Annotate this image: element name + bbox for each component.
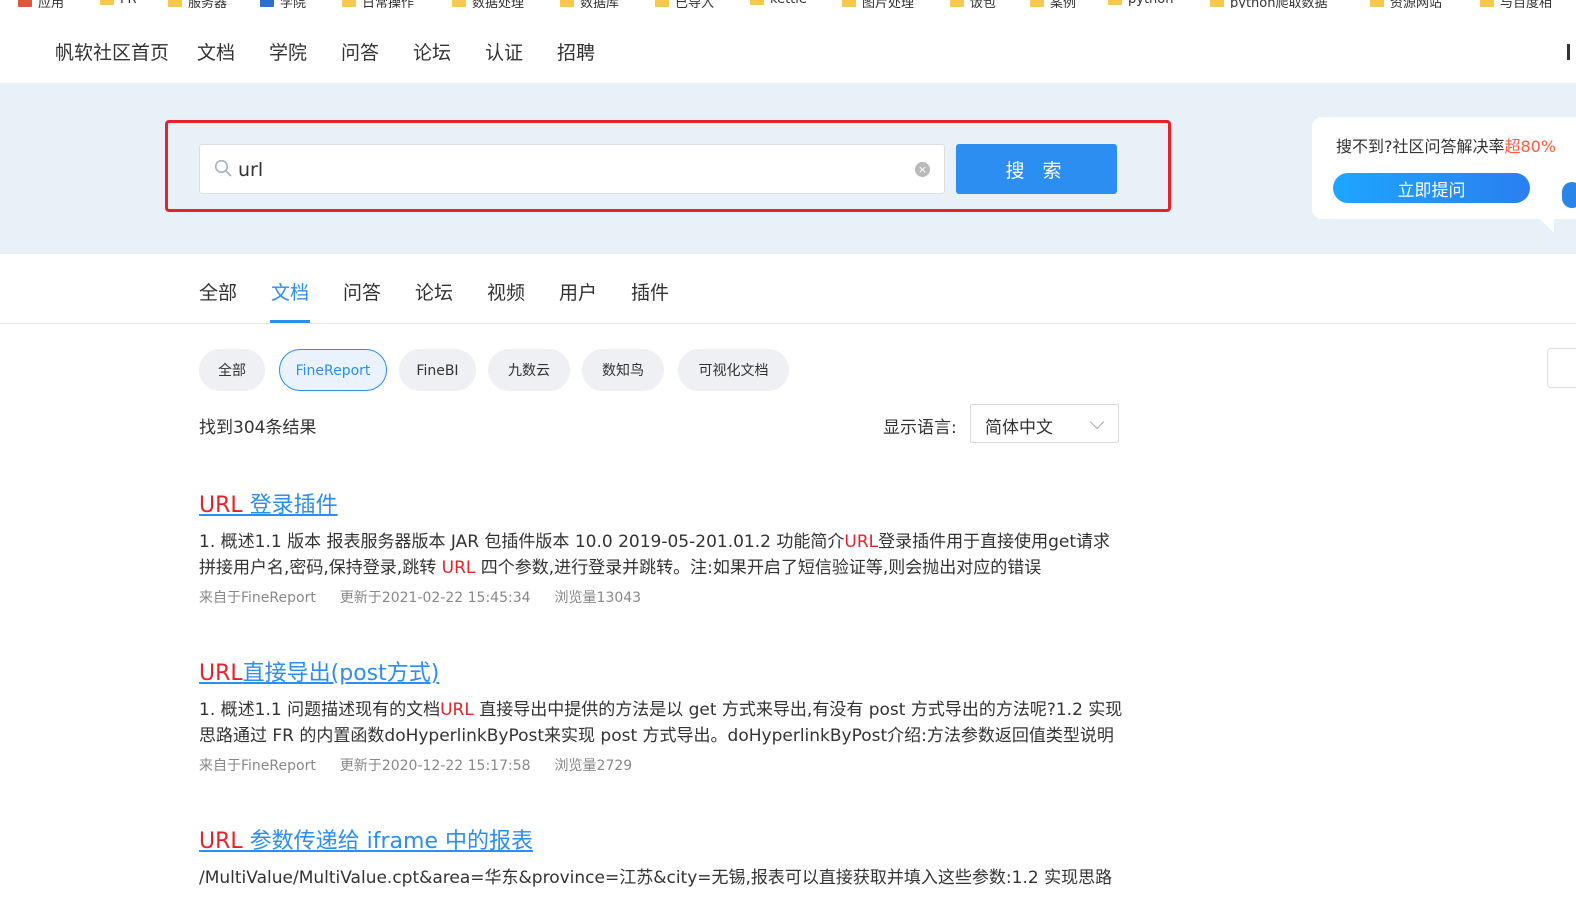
- bookmarks-bar: 应用 FR 服务器 学院 日常操作 数据处理 数据库 已导入 kettle 图片…: [0, 0, 1576, 8]
- folder-icon: [452, 0, 466, 7]
- nav-home-link[interactable]: 帆软社区首页: [55, 38, 169, 65]
- tab-plugins[interactable]: 插件: [631, 278, 669, 305]
- tab-video[interactable]: 视频: [487, 278, 525, 305]
- result-views: 浏览量2729: [554, 758, 633, 774]
- result-snippet: /MultiValue/MultiValue.cpt&area=华东&provi…: [199, 868, 1113, 888]
- chip-all[interactable]: 全部: [199, 349, 265, 391]
- bookmark-item[interactable]: 学院: [260, 0, 306, 8]
- folder-icon: [260, 0, 274, 7]
- folder-icon: [750, 0, 764, 5]
- result-tabs: 全部 文档 问答 论坛 视频 用户 插件: [0, 254, 1576, 324]
- result-title[interactable]: URL直接导出(post方式): [199, 655, 1129, 687]
- bookmark-item[interactable]: 图片处理: [842, 0, 914, 8]
- top-nav: 帆软社区首页 文档 学院 问答 论坛 认证 招聘: [0, 20, 1576, 84]
- result-item: URL直接导出(post方式) 1. 概述1.1 问题描述现有的文档URL 直接…: [199, 655, 1129, 775]
- result-updated: 更新于2020-12-22 15:17:58: [339, 758, 531, 774]
- nav-item-jobs[interactable]: 招聘: [557, 38, 595, 65]
- folder-icon: [1108, 0, 1122, 5]
- language-select[interactable]: 简体中文: [970, 404, 1119, 443]
- result-snippet: 1. 概述1.1 版本 报表服务器版本 JAR 包插件版本 10.0 2019-…: [199, 532, 1111, 578]
- result-updated: 更新于2021-02-22 15:45:34: [339, 590, 531, 606]
- tab-qa[interactable]: 问答: [343, 278, 381, 305]
- bookmark-item[interactable]: 与百度相: [1480, 0, 1552, 8]
- nav-item-academy[interactable]: 学院: [269, 38, 307, 65]
- result-title[interactable]: URL 参数传递给 iframe 中的报表: [199, 823, 1129, 855]
- ask-highlight: 超80%: [1504, 137, 1557, 156]
- nav-item-qa[interactable]: 问答: [341, 38, 379, 65]
- assistant-icon[interactable]: [1562, 182, 1576, 208]
- nav-overflow-icon: [1567, 44, 1570, 60]
- ask-card: 搜不到?社区问答解决率超80% 立即提问: [1312, 117, 1576, 233]
- language-label: 显示语言:: [883, 418, 957, 438]
- folder-icon: [1210, 0, 1224, 7]
- chip-visual-docs[interactable]: 可视化文档: [678, 349, 789, 391]
- search-icon: [214, 159, 232, 177]
- folder-icon: [100, 0, 114, 5]
- folder-icon: [842, 0, 856, 7]
- bookmark-item[interactable]: FR: [100, 0, 137, 7]
- apps-icon: [18, 0, 32, 7]
- search-input[interactable]: [238, 153, 898, 187]
- chevron-down-icon: [1089, 414, 1105, 430]
- ask-question-button[interactable]: 立即提问: [1333, 173, 1530, 203]
- nav-item-forum[interactable]: 论坛: [413, 38, 451, 65]
- folder-icon: [560, 0, 574, 7]
- bookmark-item[interactable]: 资源网站: [1370, 0, 1442, 8]
- result-source: 来自于FineReport: [199, 758, 316, 774]
- folder-icon: [655, 0, 669, 7]
- folder-icon: [342, 0, 356, 7]
- chip-shuzhiniao[interactable]: 数知鸟: [582, 349, 664, 391]
- folder-icon: [1370, 0, 1384, 7]
- bookmark-item[interactable]: 服务器: [168, 0, 227, 8]
- bookmark-item[interactable]: 数据库: [560, 0, 619, 8]
- chip-finebi[interactable]: FineBI: [399, 349, 476, 391]
- clear-icon[interactable]: ×: [915, 162, 930, 177]
- tab-all[interactable]: 全部: [199, 278, 237, 305]
- result-title[interactable]: URL 登录插件: [199, 487, 1129, 519]
- folder-icon: [168, 0, 182, 7]
- result-meta: 来自于FineReport 更新于2021-02-22 15:45:34 浏览量13…: [199, 587, 1129, 607]
- bookmark-item[interactable]: 案例: [1030, 0, 1076, 8]
- card-tail: [1538, 217, 1554, 233]
- bookmark-item[interactable]: 应用: [18, 0, 64, 8]
- bookmark-item[interactable]: 数据处理: [452, 0, 524, 8]
- tab-users[interactable]: 用户: [559, 278, 597, 305]
- folder-icon: [1480, 0, 1494, 7]
- result-views: 浏览量13043: [554, 590, 642, 606]
- folder-icon: [950, 0, 964, 7]
- result-item: URL 登录插件 1. 概述1.1 版本 报表服务器版本 JAR 包插件版本 1…: [199, 487, 1129, 607]
- ask-text: 搜不到?社区问答解决率超80%: [1336, 137, 1557, 156]
- result-snippet: 1. 概述1.1 问题描述现有的文档URL 直接导出中提供的方法是以 get 方…: [199, 700, 1123, 746]
- result-source: 来自于FineReport: [199, 590, 316, 606]
- bookmark-item[interactable]: 日常操作: [342, 0, 414, 8]
- tab-docs[interactable]: 文档: [271, 278, 309, 305]
- search-button[interactable]: 搜 索: [956, 144, 1117, 194]
- result-item: URL 参数传递给 iframe 中的报表 /MultiValue/MultiV…: [199, 823, 1129, 891]
- chip-jiushuyun[interactable]: 九数云: [488, 349, 570, 391]
- result-count: 找到304条结果: [199, 418, 317, 438]
- language-value: 简体中文: [985, 418, 1053, 438]
- chip-finereport[interactable]: FineReport: [279, 349, 387, 391]
- bookmark-item[interactable]: python: [1108, 0, 1173, 7]
- bookmark-item[interactable]: kettle: [750, 0, 807, 7]
- result-meta: 来自于FineReport 更新于2020-12-22 15:17:58 浏览量27…: [199, 755, 1129, 775]
- active-tab-indicator: [270, 320, 310, 323]
- nav-item-docs[interactable]: 文档: [197, 38, 235, 65]
- folder-icon: [1030, 0, 1044, 7]
- bookmark-item[interactable]: 饭包: [950, 0, 996, 8]
- tab-forum[interactable]: 论坛: [415, 278, 453, 305]
- search-box[interactable]: ×: [199, 144, 945, 194]
- side-feedback-tab[interactable]: [1547, 348, 1576, 388]
- nav-item-certification[interactable]: 认证: [485, 38, 523, 65]
- bookmark-item[interactable]: 已导入: [655, 0, 714, 8]
- bookmark-item[interactable]: python爬取数据: [1210, 0, 1327, 8]
